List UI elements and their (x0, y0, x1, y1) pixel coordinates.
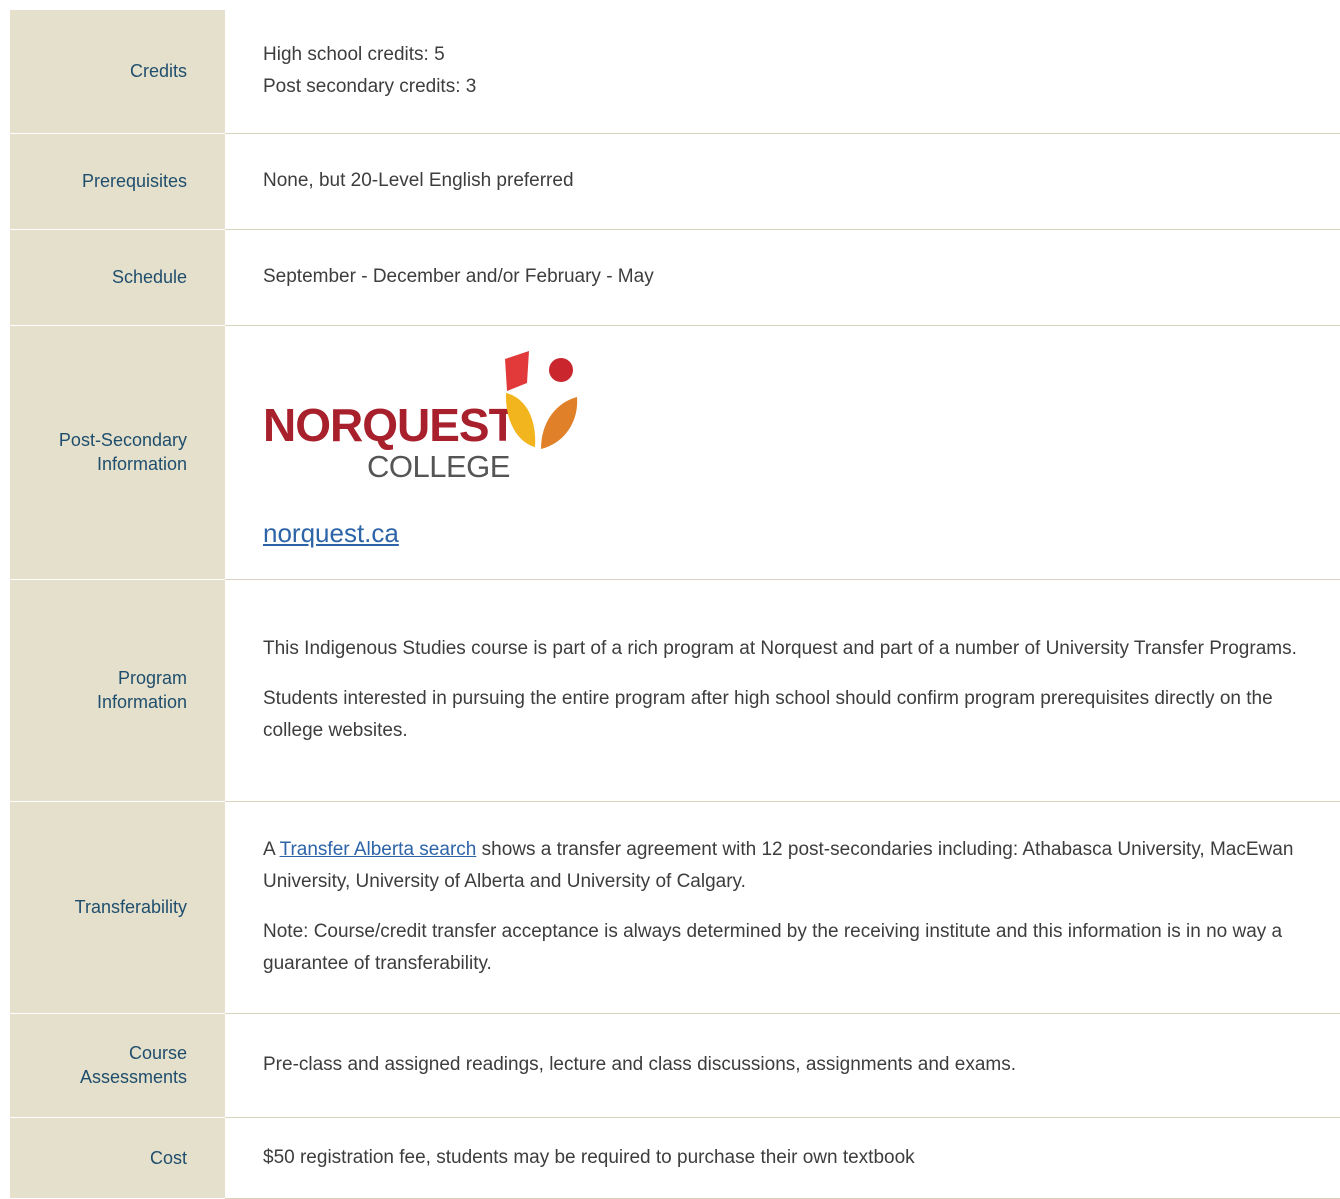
label-program-line1: Program (117, 668, 187, 688)
assessments-text: Pre-class and assigned readings, lecture… (263, 1054, 1016, 1075)
label-assessments-line1: Course (128, 1043, 187, 1063)
label-transferability-text: Transferability (74, 897, 187, 917)
label-post-secondary-line2: Information (96, 454, 187, 474)
label-program: Program Information (10, 579, 225, 802)
prerequisites-text: None, but 20-Level English preferred (263, 170, 574, 191)
cost-text: $50 registration fee, students may be re… (263, 1146, 915, 1168)
label-assessments-line2: Assessments (79, 1067, 187, 1087)
value-credits: High school credits: 5 Post secondary cr… (225, 10, 1340, 134)
row-credits: Credits High school credits: 5 Post seco… (10, 10, 1340, 134)
value-transferability: A Transfer Alberta search shows a transf… (225, 801, 1340, 1014)
label-assessments: Course Assessments (10, 1013, 225, 1118)
label-post-secondary-line1: Post-Secondary (58, 430, 187, 450)
norquest-logo: NORQUEST COLLEGE (263, 351, 593, 491)
norquest-link[interactable]: norquest.ca (263, 518, 399, 548)
row-post-secondary: Post-Secondary Information NORQUEST COLL… (10, 325, 1340, 580)
program-para-1: This Indigenous Studies course is part o… (263, 638, 1297, 659)
label-credits: Credits (10, 10, 225, 134)
label-schedule: Schedule (10, 229, 225, 326)
transferability-para-1: A Transfer Alberta search shows a transf… (263, 834, 1320, 898)
program-para-2: Students interested in pursuing the enti… (263, 688, 1273, 741)
label-transferability: Transferability (10, 801, 225, 1014)
value-program: This Indigenous Studies course is part o… (225, 579, 1340, 802)
course-info-table: Credits High school credits: 5 Post seco… (10, 10, 1340, 1199)
logo-word-college: COLLEGE (367, 449, 510, 484)
row-prerequisites: Prerequisites None, but 20-Level English… (10, 133, 1340, 230)
row-cost: Cost $50 registration fee, students may … (10, 1117, 1340, 1199)
value-schedule: September - December and/or February - M… (225, 229, 1340, 326)
value-assessments: Pre-class and assigned readings, lecture… (225, 1013, 1340, 1118)
transferability-para-2: Note: Course/credit transfer acceptance … (263, 921, 1283, 974)
label-prerequisites-text: Prerequisites (81, 171, 187, 191)
logo-word-norquest: NORQUEST (263, 399, 517, 451)
ps-credits: Post secondary credits: 3 (263, 76, 477, 98)
row-schedule: Schedule September - December and/or Feb… (10, 229, 1340, 326)
label-prerequisites: Prerequisites (10, 133, 225, 230)
label-cost: Cost (10, 1117, 225, 1199)
norquest-leaf-logo-icon (505, 351, 578, 449)
value-prerequisites: None, but 20-Level English preferred (225, 133, 1340, 230)
value-post-secondary: NORQUEST COLLEGE norquest.ca (225, 325, 1340, 580)
row-assessments: Course Assessments Pre-class and assigne… (10, 1013, 1340, 1118)
transfer-alberta-link[interactable]: Transfer Alberta search (280, 839, 477, 860)
value-cost: $50 registration fee, students may be re… (225, 1117, 1340, 1199)
hs-credits: High school credits: 5 (263, 44, 445, 66)
row-transferability: Transferability A Transfer Alberta searc… (10, 801, 1340, 1014)
label-schedule-text: Schedule (111, 267, 187, 287)
schedule-text: September - December and/or February - M… (263, 266, 654, 287)
label-cost-text: Cost (149, 1147, 187, 1168)
label-post-secondary: Post-Secondary Information (10, 325, 225, 580)
label-program-line2: Information (96, 692, 187, 712)
row-program: Program Information This Indigenous Stud… (10, 579, 1340, 802)
label-credits-text: Credits (129, 61, 187, 82)
transfer-prefix: A (263, 839, 280, 860)
